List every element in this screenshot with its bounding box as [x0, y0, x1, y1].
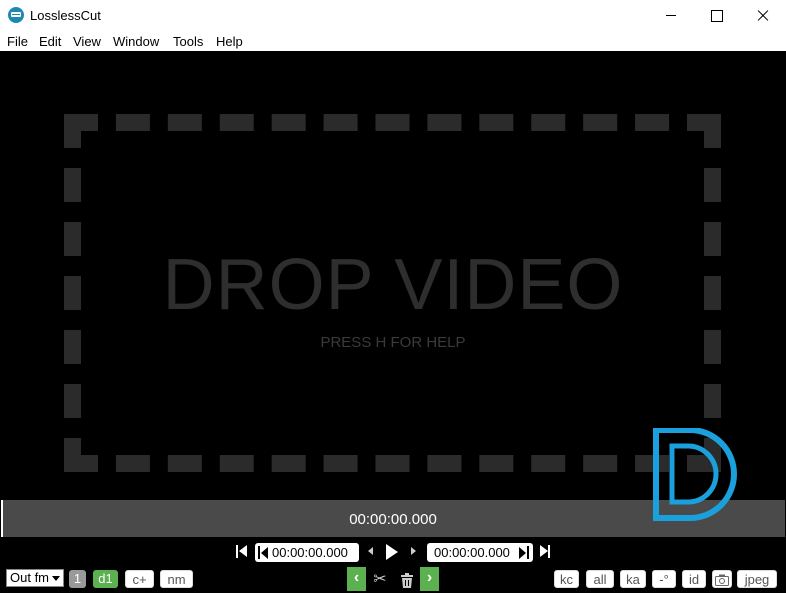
app-window: LosslessCut File Edit View Window Tools … [0, 0, 786, 593]
triangle-left-icon [239, 545, 247, 557]
cut-start-time[interactable]: 00:00:00.000 [255, 543, 359, 562]
menu-tools[interactable]: Tools [173, 34, 203, 49]
frame-back-icon[interactable] [368, 547, 373, 555]
title-bar: LosslessCut [0, 0, 786, 31]
rotate-button[interactable]: -° [652, 570, 676, 588]
next-segment-button[interactable]: › [420, 567, 439, 591]
set-cut-start-icon[interactable] [258, 546, 268, 559]
jpeg-button[interactable]: jpeg [737, 570, 777, 588]
maximize-button[interactable] [694, 0, 740, 31]
output-format-select[interactable]: Out fm [6, 569, 64, 587]
segment-count-badge[interactable]: 1 [69, 570, 86, 588]
prev-segment-button[interactable]: ‹ [347, 567, 366, 591]
ka-button[interactable]: ka [620, 570, 646, 588]
cut-end-time[interactable]: 00:00:00.000 [427, 543, 533, 562]
set-cut-end-icon[interactable] [519, 546, 529, 559]
bar-icon [236, 545, 238, 558]
menu-edit[interactable]: Edit [39, 34, 61, 49]
play-icon[interactable] [386, 544, 398, 560]
jump-to-end-button[interactable] [540, 545, 552, 558]
triangle-right-icon [540, 545, 548, 557]
d1-button[interactable]: d1 [93, 570, 118, 588]
app-icon [8, 7, 24, 23]
all-button[interactable]: all [586, 570, 614, 588]
menu-bar: File Edit View Window Tools Help [0, 31, 786, 51]
menu-file[interactable]: File [7, 34, 28, 49]
camera-icon [715, 574, 729, 586]
kc-button[interactable]: kc [554, 570, 579, 588]
minimize-button[interactable] [648, 0, 694, 31]
watermark-logo-icon [653, 428, 737, 521]
close-button[interactable] [740, 0, 786, 31]
drop-zone-hint: PRESS H FOR HELP [320, 334, 466, 351]
window-title: LosslessCut [30, 8, 101, 23]
nm-button[interactable]: nm [160, 570, 193, 588]
jump-to-start-button[interactable] [236, 545, 248, 558]
chevron-down-icon [52, 576, 60, 581]
trash-icon[interactable] [398, 571, 416, 589]
menu-view[interactable]: View [73, 34, 101, 49]
id-button[interactable]: id [682, 570, 706, 588]
bar-icon [548, 545, 550, 558]
menu-help[interactable]: Help [216, 34, 243, 49]
frame-forward-icon[interactable] [411, 547, 416, 555]
drop-zone-title: DROP VIDEO [162, 245, 624, 325]
menu-window[interactable]: Window [113, 34, 159, 49]
cplus-button[interactable]: c+ [125, 570, 154, 588]
scissors-icon[interactable]: ✂ [371, 571, 389, 589]
capture-frame-button[interactable] [712, 570, 732, 588]
